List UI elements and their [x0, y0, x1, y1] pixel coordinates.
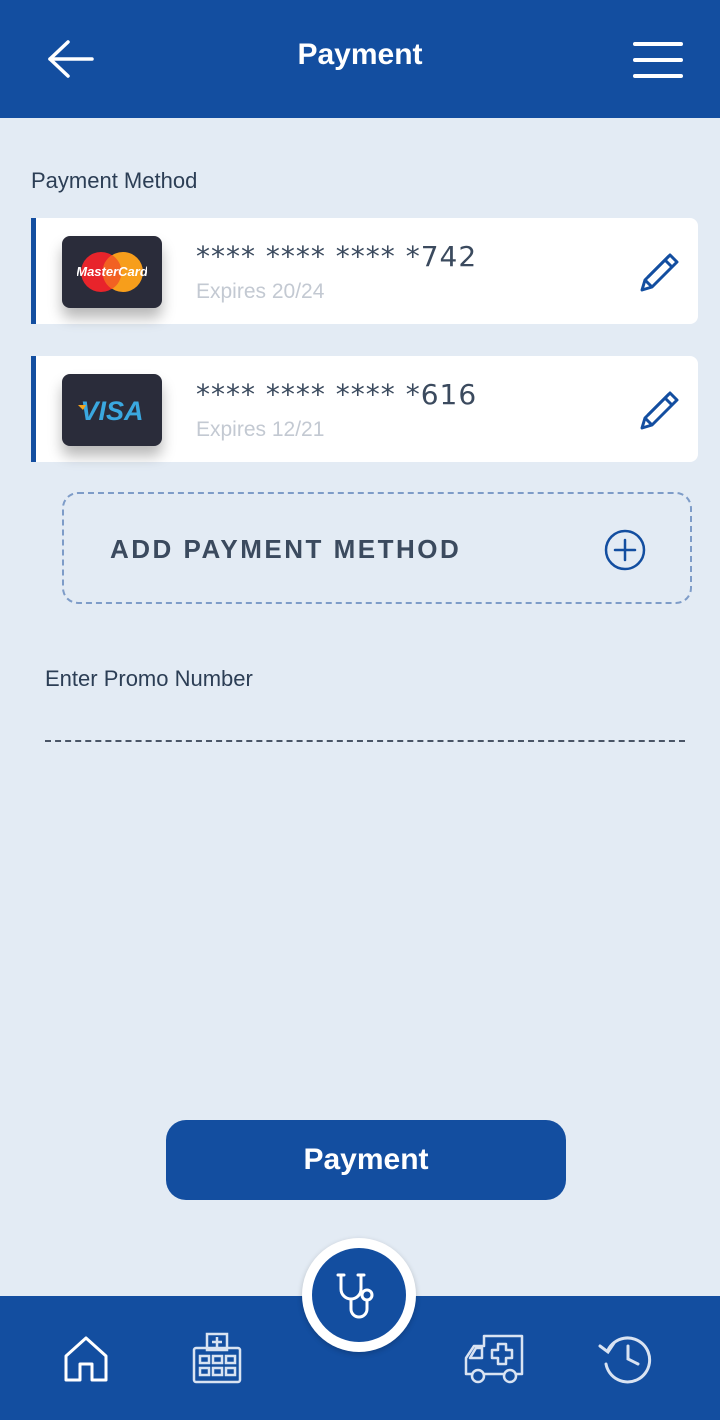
home-icon: [64, 1336, 108, 1382]
mastercard-icon: MasterCard: [77, 252, 147, 292]
promo-input[interactable]: [45, 706, 685, 742]
menu-button[interactable]: [628, 38, 688, 84]
hospital-icon: [192, 1332, 242, 1384]
card-expiry: Expires 12/21: [196, 418, 325, 441]
page-title: Payment: [297, 38, 423, 71]
add-payment-method-button[interactable]: ADD PAYMENT METHOD: [62, 492, 692, 604]
card-expiry: Expires 20/24: [196, 280, 325, 303]
payment-card-visa[interactable]: VISA **** **** **** *616 Expires 12/21: [31, 356, 698, 462]
payment-method-label: Payment Method: [31, 168, 198, 193]
promo-label: Enter Promo Number: [45, 666, 253, 691]
visa-logo: VISA: [62, 374, 162, 446]
add-payment-method-label: ADD PAYMENT METHOD: [110, 534, 462, 564]
card-number: **** **** **** *616: [196, 378, 478, 411]
ambulance-icon: [464, 1334, 524, 1384]
payment-card-mastercard[interactable]: MasterCard **** **** **** *742 Expires 2…: [31, 218, 698, 324]
stethoscope-icon: [336, 1273, 374, 1319]
pencil-icon: [640, 391, 679, 430]
pencil-icon: [640, 253, 679, 292]
svg-text:VISA: VISA: [80, 396, 143, 426]
center-stethoscope-button[interactable]: [302, 1238, 416, 1352]
mastercard-logo: MasterCard: [62, 236, 162, 308]
nav-history[interactable]: [596, 1328, 656, 1388]
center-button-inner: [312, 1248, 406, 1342]
nav-hospital[interactable]: [186, 1328, 246, 1388]
plus-circle-icon: [604, 529, 646, 571]
app-header: Payment: [0, 0, 720, 118]
nav-home[interactable]: [56, 1328, 116, 1388]
edit-card-button[interactable]: [636, 248, 684, 296]
payment-button[interactable]: Payment: [166, 1120, 566, 1200]
edit-card-button[interactable]: [636, 386, 684, 434]
card-number: **** **** **** *742: [196, 240, 478, 273]
hamburger-icon: [633, 42, 683, 78]
history-icon: [598, 1336, 652, 1384]
visa-icon: VISA: [78, 396, 144, 426]
nav-ambulance[interactable]: [460, 1328, 530, 1388]
svg-text:MasterCard: MasterCard: [77, 264, 147, 279]
